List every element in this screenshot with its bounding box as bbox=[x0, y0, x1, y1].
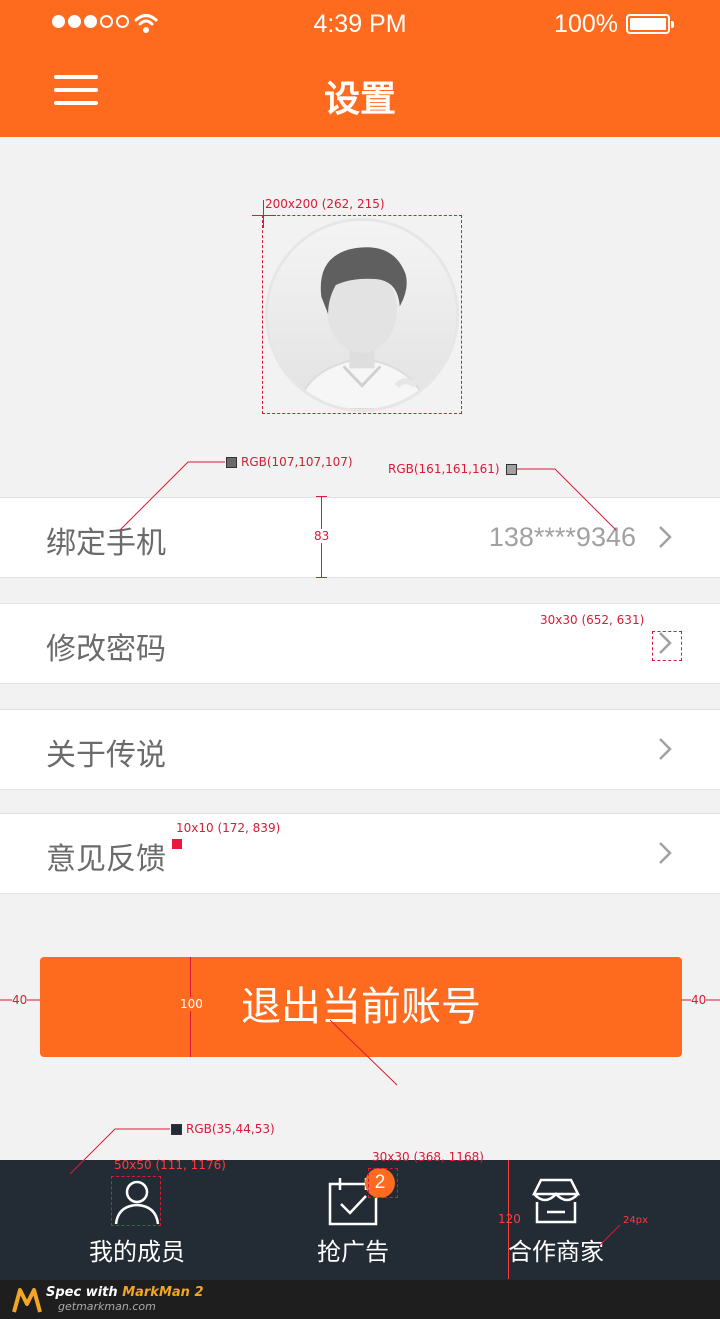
spec-tabbar-color: RGB(35,44,53) bbox=[186, 1122, 275, 1136]
logout-button[interactable]: 退出当前账号 bbox=[40, 957, 682, 1057]
tab-label: 我的成员 bbox=[89, 1238, 185, 1266]
bind-phone-row[interactable]: 绑定手机 138****9346 bbox=[0, 497, 720, 578]
tab-label: 合作商家 bbox=[508, 1238, 604, 1266]
spec-label-color: RGB(107,107,107) bbox=[241, 455, 353, 469]
spec-font-size: 24px bbox=[623, 1215, 648, 1226]
battery-icon bbox=[626, 14, 674, 34]
spec-tab-icon-box bbox=[111, 1176, 161, 1226]
footer-url: getmarkman.com bbox=[58, 1300, 156, 1313]
spec-color-swatch bbox=[171, 1124, 182, 1135]
markman-footer: Spec with MarkMan 2 getmarkman.com bbox=[0, 1280, 720, 1319]
row-label: 修改密码 bbox=[46, 632, 166, 667]
spec-value-color: RGB(161,161,161) bbox=[388, 462, 500, 476]
spec-dot-marker bbox=[172, 839, 182, 849]
spec-avatar-box bbox=[262, 215, 462, 414]
spec-dot-label: 10x10 (172, 839) bbox=[176, 821, 281, 835]
status-bar: 4:39 PM 100% bbox=[0, 10, 720, 40]
battery-percent: 100% bbox=[554, 10, 618, 38]
spec-color-swatch bbox=[506, 464, 517, 475]
spec-row-height: 83 bbox=[314, 529, 330, 543]
spec-line bbox=[252, 215, 276, 216]
spec-margin-left: 40 bbox=[12, 993, 28, 1007]
about-row[interactable]: 关于传说 bbox=[0, 709, 720, 790]
spec-line bbox=[316, 577, 327, 578]
chevron-right-icon bbox=[659, 842, 672, 864]
spec-badge-box bbox=[368, 1168, 398, 1198]
top-header: 4:39 PM 100% 设置 bbox=[0, 0, 720, 137]
spec-color-swatch bbox=[226, 457, 237, 468]
markman-logo-icon bbox=[12, 1288, 42, 1313]
row-label: 关于传说 bbox=[46, 738, 166, 773]
page-title: 设置 bbox=[323, 79, 396, 120]
row-label: 意见反馈 bbox=[46, 842, 166, 877]
spec-line bbox=[263, 200, 264, 228]
spec-tabbar-height: 120 bbox=[498, 1212, 521, 1226]
spec-badge-label: 30x30 (368, 1168) bbox=[372, 1150, 484, 1164]
spec-avatar-label: 200x200 (262, 215) bbox=[265, 197, 385, 211]
chevron-right-icon bbox=[659, 526, 672, 548]
feedback-row[interactable]: 意见反馈 bbox=[0, 813, 720, 894]
row-label: 绑定手机 bbox=[46, 526, 166, 561]
store-icon bbox=[531, 1178, 581, 1224]
spec-chevron-box bbox=[652, 631, 682, 661]
spec-button-height: 100 bbox=[180, 997, 203, 1011]
spec-line bbox=[316, 496, 327, 497]
phone-value: 138****9346 bbox=[488, 522, 636, 552]
spec-chevron-label: 30x30 (652, 631) bbox=[540, 613, 645, 627]
bottom-tab-bar: 我的成员 2 抢广告 合作商家 bbox=[0, 1160, 720, 1280]
chevron-right-icon bbox=[659, 738, 672, 760]
footer-brand: Spec with MarkMan 2 bbox=[46, 1285, 204, 1300]
spec-tab-icon-label: 50x50 (111, 1176) bbox=[114, 1158, 226, 1172]
spec-margin-right: 40 bbox=[691, 993, 707, 1007]
